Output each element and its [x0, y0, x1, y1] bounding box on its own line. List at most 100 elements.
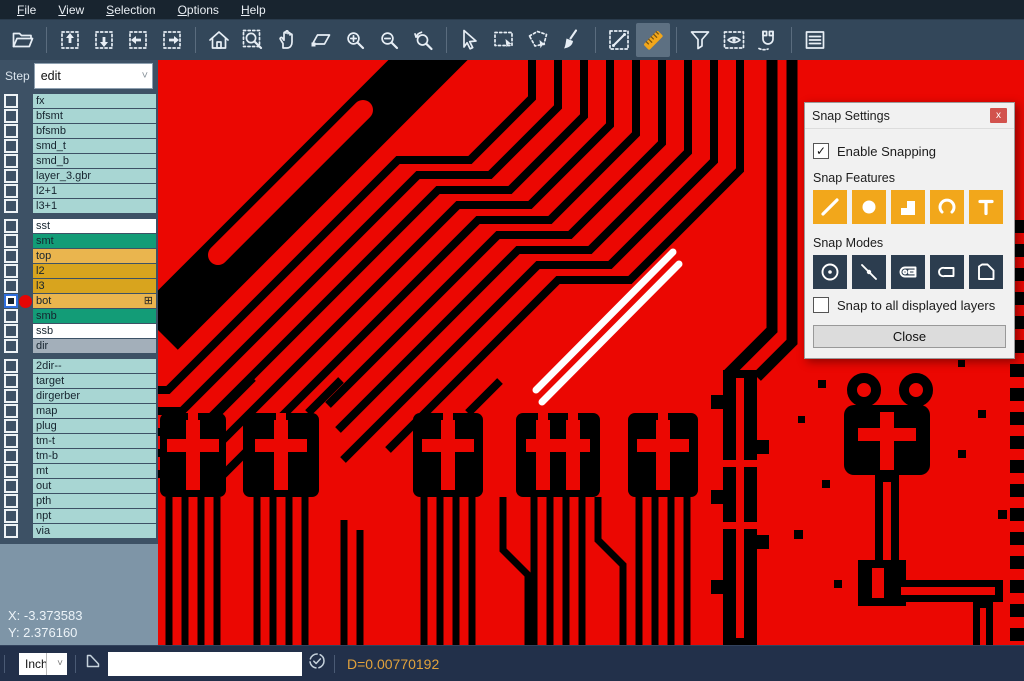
snap-feature-line-button[interactable]: [813, 190, 847, 224]
layer-visibility-checkbox[interactable]: [4, 419, 18, 433]
layer-name[interactable]: dir: [33, 339, 156, 353]
layer-visibility-checkbox[interactable]: [4, 509, 18, 523]
layer-name[interactable]: bot⊞: [33, 294, 156, 308]
layer-name[interactable]: layer_3.gbr: [33, 169, 156, 183]
ruler-measure-button[interactable]: [636, 23, 670, 57]
layer-name[interactable]: target: [33, 374, 156, 388]
layer-visibility-checkbox[interactable]: [4, 389, 18, 403]
snap-feature-surface-button[interactable]: [891, 190, 925, 224]
layer-name[interactable]: tm-t: [33, 434, 156, 448]
layer-name[interactable]: bfsmb: [33, 124, 156, 138]
layer-visibility-checkbox[interactable]: [4, 374, 18, 388]
layer-name[interactable]: bfsmt: [33, 109, 156, 123]
unit-select[interactable]: Inch ˅: [19, 653, 67, 675]
shift-up-button[interactable]: [53, 23, 87, 57]
snap-mode-pad-slot-button[interactable]: [891, 255, 925, 289]
snap-feature-arc-button[interactable]: [930, 190, 964, 224]
layer-name[interactable]: l3: [33, 279, 156, 293]
layer-name[interactable]: via: [33, 524, 156, 538]
layer-visibility-checkbox[interactable]: [4, 124, 18, 138]
snap-mode-slot-outline-button[interactable]: [930, 255, 964, 289]
layer-name[interactable]: ssb: [33, 324, 156, 338]
layer-name[interactable]: l2: [33, 264, 156, 278]
layer-name[interactable]: l2+1: [33, 184, 156, 198]
layer-name[interactable]: l3+1: [33, 199, 156, 213]
layer-visibility-checkbox[interactable]: [4, 169, 18, 183]
menu-item-selection[interactable]: Selection: [95, 3, 166, 17]
layer-visibility-checkbox[interactable]: [4, 479, 18, 493]
layer-visibility-checkbox[interactable]: [4, 249, 18, 263]
enable-snapping-checkbox[interactable]: ✓: [813, 143, 829, 159]
layer-name[interactable]: dirgerber: [33, 389, 156, 403]
layer-visibility-checkbox[interactable]: [4, 219, 18, 233]
layer-visibility-checkbox[interactable]: [4, 94, 18, 108]
zoom-region-button[interactable]: [236, 23, 270, 57]
layer-name[interactable]: smb: [33, 309, 156, 323]
select-rectangle-button[interactable]: [487, 23, 521, 57]
filter-button[interactable]: [683, 23, 717, 57]
dialog-close-button[interactable]: x: [990, 108, 1007, 123]
layer-visibility-checkbox[interactable]: [4, 524, 18, 538]
apply-check-icon[interactable]: [308, 652, 326, 675]
step-select[interactable]: edit ˅: [34, 63, 153, 89]
layer-name[interactable]: top: [33, 249, 156, 263]
menu-item-help[interactable]: Help: [230, 3, 277, 17]
layer-name[interactable]: out: [33, 479, 156, 493]
snap-feature-text-button[interactable]: [969, 190, 1003, 224]
shift-right-button[interactable]: [155, 23, 189, 57]
menu-item-options[interactable]: Options: [167, 3, 230, 17]
select-arrow-button[interactable]: [453, 23, 487, 57]
layer-name[interactable]: plug: [33, 419, 156, 433]
snap-mode-center-button[interactable]: [813, 255, 847, 289]
layer-visibility-checkbox[interactable]: [4, 309, 18, 323]
layer-name[interactable]: tm-b: [33, 449, 156, 463]
shift-down-button[interactable]: [87, 23, 121, 57]
snap-feature-pad-button[interactable]: [852, 190, 886, 224]
layer-visibility-checkbox[interactable]: [4, 139, 18, 153]
layer-name[interactable]: sst: [33, 219, 156, 233]
layer-name[interactable]: smt: [33, 234, 156, 248]
snap-mode-contour-button[interactable]: [969, 255, 1003, 289]
shift-left-button[interactable]: [121, 23, 155, 57]
open-folder-button[interactable]: [6, 23, 40, 57]
layer-visibility-checkbox[interactable]: [4, 404, 18, 418]
layer-visibility-checkbox[interactable]: [4, 324, 18, 338]
home-view-button[interactable]: [202, 23, 236, 57]
layer-visibility-checkbox[interactable]: [4, 464, 18, 478]
layer-name[interactable]: pth: [33, 494, 156, 508]
zoom-previous-button[interactable]: [406, 23, 440, 57]
layer-visibility-checkbox[interactable]: [4, 109, 18, 123]
measure-value-input[interactable]: [108, 652, 302, 676]
layer-name[interactable]: 2dir--: [33, 359, 156, 373]
zoom-object-button[interactable]: [304, 23, 338, 57]
layer-visibility-checkbox[interactable]: [4, 339, 18, 353]
snap-all-layers-checkbox[interactable]: [813, 297, 829, 313]
select-polygon-button[interactable]: [521, 23, 555, 57]
snap-mode-midpoint-button[interactable]: [852, 255, 886, 289]
layers-list-button[interactable]: [798, 23, 832, 57]
layer-name[interactable]: mt: [33, 464, 156, 478]
layer-visibility-checkbox[interactable]: [4, 199, 18, 213]
pan-hand-button[interactable]: [270, 23, 304, 57]
layer-visibility-checkbox[interactable]: [4, 359, 18, 373]
layer-visibility-checkbox[interactable]: [4, 294, 18, 308]
view-region-button[interactable]: [717, 23, 751, 57]
measure-distance-button[interactable]: [602, 23, 636, 57]
layer-name[interactable]: map: [33, 404, 156, 418]
layer-name[interactable]: fx: [33, 94, 156, 108]
layer-visibility-checkbox[interactable]: [4, 434, 18, 448]
layer-visibility-checkbox[interactable]: [4, 234, 18, 248]
layer-visibility-checkbox[interactable]: [4, 184, 18, 198]
menu-item-file[interactable]: File: [6, 3, 47, 17]
zoom-out-button[interactable]: [372, 23, 406, 57]
layer-visibility-checkbox[interactable]: [4, 494, 18, 508]
clean-brush-button[interactable]: [555, 23, 589, 57]
layer-visibility-checkbox[interactable]: [4, 449, 18, 463]
layer-name[interactable]: smd_b: [33, 154, 156, 168]
layer-visibility-checkbox[interactable]: [4, 264, 18, 278]
snap-dialog-titlebar[interactable]: Snap Settings x: [805, 103, 1014, 129]
zoom-in-button[interactable]: [338, 23, 372, 57]
layer-visibility-checkbox[interactable]: [4, 279, 18, 293]
layer-name[interactable]: smd_t: [33, 139, 156, 153]
dialog-close-action-button[interactable]: Close: [813, 325, 1006, 348]
